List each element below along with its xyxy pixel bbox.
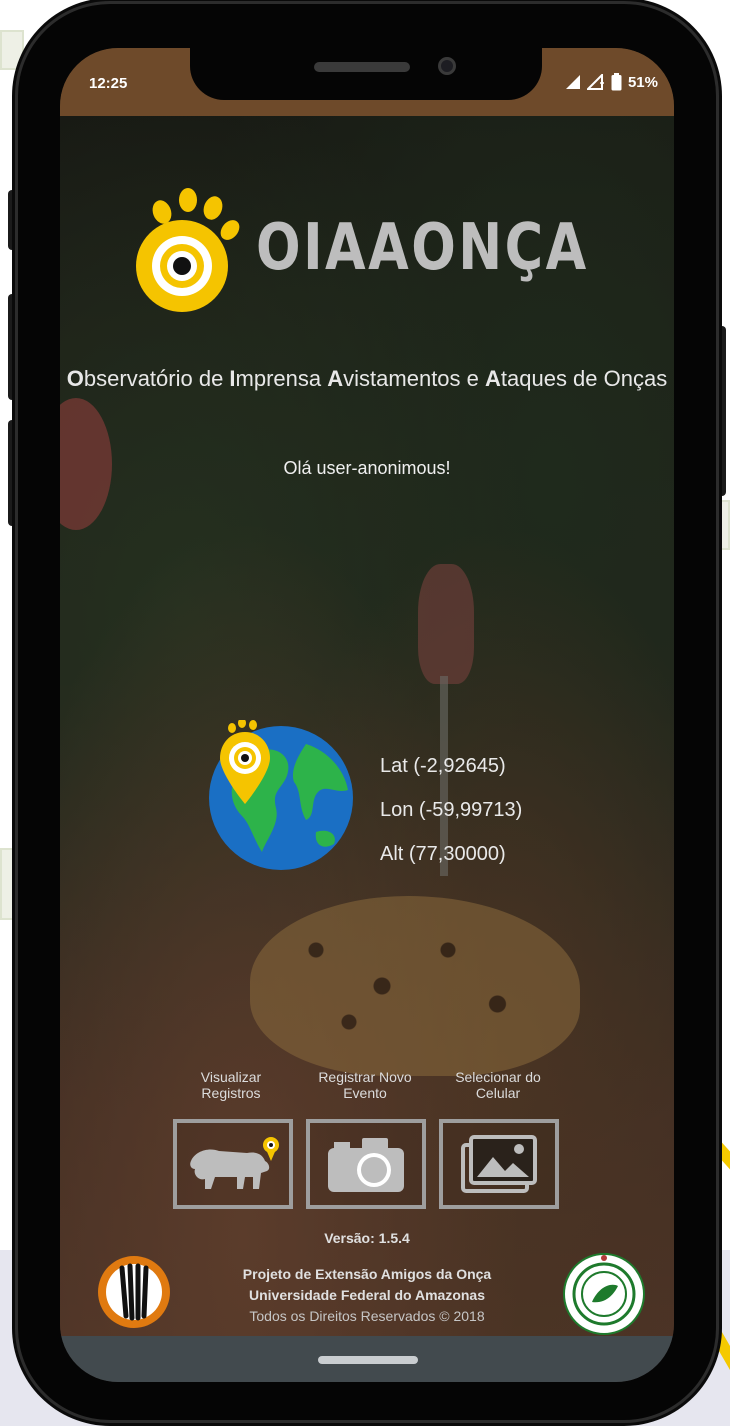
status-icons: 51%	[565, 73, 658, 91]
new-event-label: Registrar Novo Evento	[318, 1069, 412, 1101]
background-photo-jaguar	[250, 896, 580, 1076]
app-logo: OIAAONÇA	[136, 186, 606, 316]
location-readout: Lat (-2,92645) Lon (-59,99713) Alt (77,3…	[380, 744, 522, 876]
view-records-button[interactable]	[173, 1119, 293, 1209]
phone-speaker	[314, 62, 410, 72]
home-screen: OIAAONÇA Observatório de Imprensa Avista…	[60, 116, 674, 1336]
front-camera	[438, 57, 456, 75]
battery-percent: 51%	[627, 73, 658, 91]
app-subtitle: Observatório de Imprensa Avistamentos e …	[60, 364, 674, 394]
signal-alt-icon	[586, 74, 604, 90]
paw-eye-icon	[136, 188, 240, 312]
backdrop-decoration	[0, 30, 24, 70]
subtitle-part: O	[66, 366, 84, 391]
phone-screen: 12:25 51% OIAAONÇA Observatório de Impre…	[60, 48, 674, 1382]
camera-icon	[328, 1138, 404, 1192]
subtitle-part: A	[485, 366, 501, 391]
subtitle-part: bservatório de	[83, 366, 230, 391]
version-text: Versão: 1.5.4	[324, 1230, 410, 1246]
select-from-phone-label: Selecionar do Celular	[455, 1069, 541, 1101]
greeting-text: Olá user-anonimous!	[283, 458, 451, 478]
phone-frame: 12:25 51% OIAAONÇA Observatório de Impre…	[18, 4, 716, 1420]
subtitle-part: A	[327, 366, 344, 391]
select-from-phone-button[interactable]	[439, 1119, 559, 1209]
navigation-bar	[60, 1336, 674, 1382]
gallery-icon	[461, 1135, 537, 1193]
longitude-text: Lon (-59,99713)	[380, 799, 523, 821]
subtitle-part: vistamentos e	[343, 366, 485, 391]
university-seal-icon	[563, 1253, 645, 1335]
altitude-text: Alt (77,30000)	[380, 843, 506, 865]
logo-wordmark: OIAAONÇA	[256, 211, 589, 285]
battery-icon	[611, 73, 622, 91]
project-logo-icon	[98, 1256, 170, 1328]
globe-location-icon	[209, 720, 353, 870]
subtitle-part: taques de Onças	[500, 366, 668, 391]
latitude-text: Lat (-2,92645)	[380, 755, 506, 777]
status-time: 12:25	[89, 75, 128, 92]
subtitle-part: mprensa	[235, 366, 328, 391]
signal-icon	[565, 75, 580, 89]
phone-notch	[190, 48, 542, 100]
home-gesture-handle[interactable]	[318, 1356, 418, 1364]
background-photo-sign	[418, 564, 474, 684]
view-records-label: Visualizar Registros	[200, 1069, 262, 1101]
new-event-button[interactable]	[306, 1119, 426, 1209]
jaguar-pin-icon	[190, 1137, 279, 1189]
